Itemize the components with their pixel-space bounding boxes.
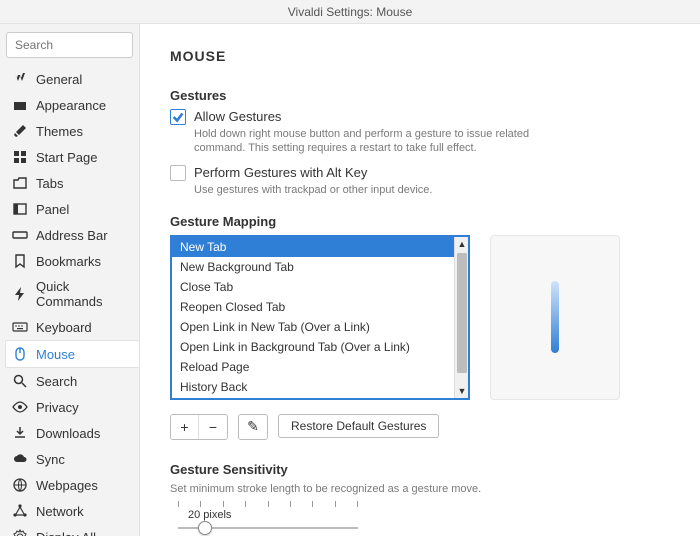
gestures-title: Gestures — [170, 88, 670, 103]
restore-default-button[interactable]: Restore Default Gestures — [278, 414, 439, 438]
edit-gesture-button[interactable]: ✎ — [239, 415, 267, 439]
vivaldi-icon — [12, 71, 28, 87]
gesture-preview — [490, 235, 620, 400]
map-item[interactable]: History Back — [172, 377, 454, 397]
sidebar-item-search[interactable]: Search — [6, 368, 133, 394]
sidebar-item-mouse[interactable]: Mouse — [5, 340, 140, 368]
sidebar-item-display-all[interactable]: Display All — [6, 524, 133, 536]
cloud-icon — [12, 451, 28, 467]
tabs-icon — [12, 175, 28, 191]
map-item[interactable]: History Forward — [172, 397, 454, 398]
sidebar-item-general[interactable]: General — [6, 66, 133, 92]
window-title: Vivaldi Settings: Mouse — [288, 5, 413, 19]
slider-ticks — [178, 501, 358, 509]
sidebar-item-webpages[interactable]: Webpages — [6, 472, 133, 498]
sidebar-item-quick-commands[interactable]: Quick Commands — [6, 274, 133, 314]
mapping-edit-group: + − — [170, 414, 228, 440]
map-item[interactable]: New Background Tab — [172, 257, 454, 277]
grid-icon — [12, 149, 28, 165]
allow-gestures-sub: Hold down right mouse button and perform… — [194, 127, 534, 156]
search-input[interactable] — [6, 32, 133, 58]
sidebar-item-keyboard[interactable]: Keyboard — [6, 314, 133, 340]
sensitivity-value: 20 pixels — [188, 509, 670, 521]
sensitivity-title: Gesture Sensitivity — [170, 462, 670, 477]
sidebar-item-start-page[interactable]: Start Page — [6, 144, 133, 170]
add-gesture-button[interactable]: + — [171, 415, 199, 439]
sensitivity-slider[interactable] — [178, 527, 358, 529]
scroll-thumb[interactable] — [457, 253, 467, 373]
sidebar: General Appearance Themes Start Page Tab… — [0, 24, 140, 536]
sidebar-item-sync[interactable]: Sync — [6, 446, 133, 472]
sidebar-item-privacy[interactable]: Privacy — [6, 394, 133, 420]
alt-gestures-checkbox[interactable] — [170, 165, 186, 181]
window-icon — [12, 97, 28, 113]
map-item[interactable]: Open Link in New Tab (Over a Link) — [172, 317, 454, 337]
sidebar-item-bookmarks[interactable]: Bookmarks — [6, 248, 133, 274]
scroll-down-icon[interactable]: ▼ — [455, 384, 469, 398]
eye-icon — [12, 399, 28, 415]
bolt-icon — [12, 286, 28, 302]
bookmark-icon — [12, 253, 28, 269]
sensitivity-sub: Set minimum stroke length to be recogniz… — [170, 483, 670, 495]
sidebar-item-address-bar[interactable]: Address Bar — [6, 222, 133, 248]
page-title: MOUSE — [170, 48, 670, 64]
sidebar-item-tabs[interactable]: Tabs — [6, 170, 133, 196]
gesture-stroke — [551, 281, 559, 353]
gesture-mapping-list[interactable]: New Tab New Background Tab Close Tab Reo… — [170, 235, 470, 400]
map-item[interactable]: Reopen Closed Tab — [172, 297, 454, 317]
sidebar-item-appearance[interactable]: Appearance — [6, 92, 133, 118]
globe-icon — [12, 477, 28, 493]
allow-gestures-label: Allow Gestures — [194, 109, 534, 126]
scrollbar[interactable]: ▲ ▼ — [454, 237, 468, 398]
sidebar-item-panel[interactable]: Panel — [6, 196, 133, 222]
mapping-title: Gesture Mapping — [170, 214, 670, 229]
alt-gestures-label: Perform Gestures with Alt Key — [194, 165, 432, 182]
alt-gestures-sub: Use gestures with trackpad or other inpu… — [194, 183, 432, 197]
address-icon — [12, 227, 28, 243]
keyboard-icon — [12, 319, 28, 335]
map-item[interactable]: Open Link in Background Tab (Over a Link… — [172, 337, 454, 357]
sidebar-item-downloads[interactable]: Downloads — [6, 420, 133, 446]
remove-gesture-button[interactable]: − — [199, 415, 227, 439]
panel-icon — [12, 201, 28, 217]
map-item[interactable]: Close Tab — [172, 277, 454, 297]
search-icon — [12, 373, 28, 389]
download-icon — [12, 425, 28, 441]
scroll-up-icon[interactable]: ▲ — [455, 237, 469, 251]
sidebar-item-network[interactable]: Network — [6, 498, 133, 524]
sidebar-item-themes[interactable]: Themes — [6, 118, 133, 144]
main-content: MOUSE Gestures Allow Gestures Hold down … — [140, 24, 700, 536]
brush-icon — [12, 123, 28, 139]
slider-thumb[interactable] — [198, 521, 212, 535]
titlebar: Vivaldi Settings: Mouse — [0, 0, 700, 24]
gear-icon — [12, 529, 28, 536]
map-item[interactable]: New Tab — [172, 237, 454, 257]
mouse-icon — [12, 346, 28, 362]
map-item[interactable]: Reload Page — [172, 357, 454, 377]
allow-gestures-checkbox[interactable] — [170, 109, 186, 125]
network-icon — [12, 503, 28, 519]
